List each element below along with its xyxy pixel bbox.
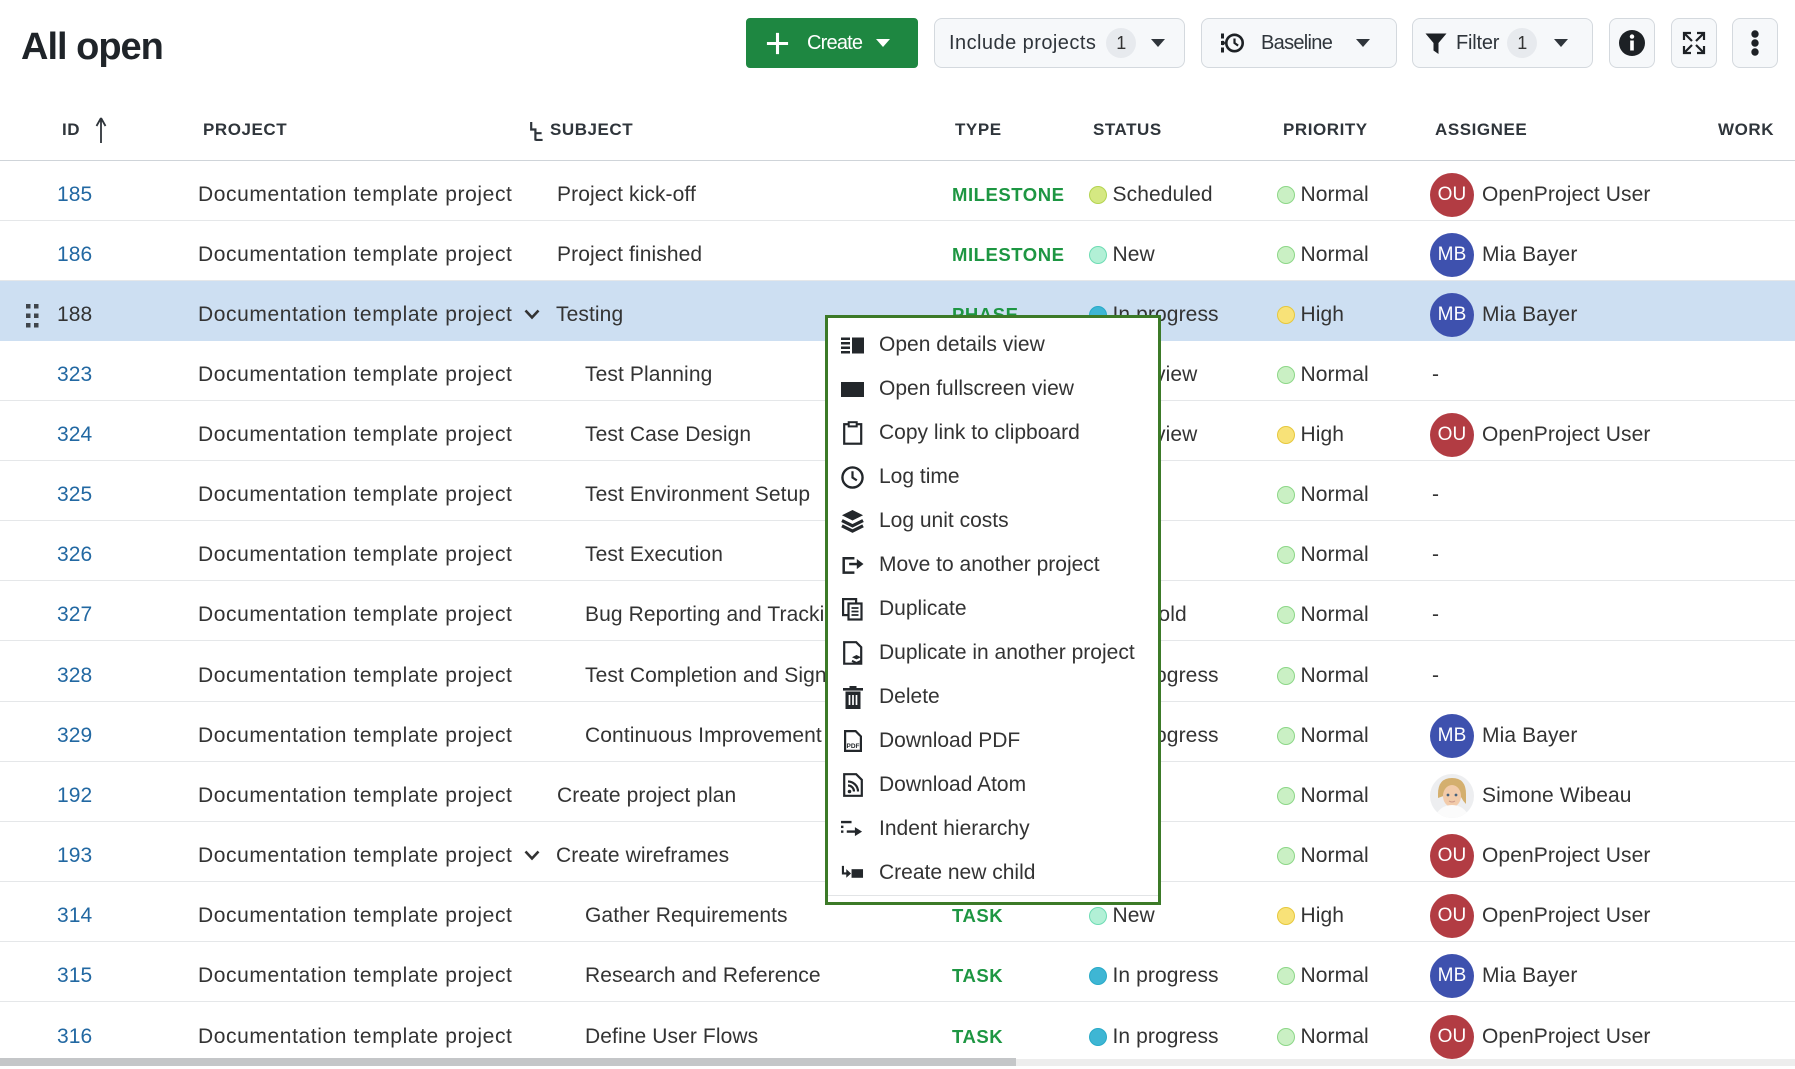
svg-text:PDF: PDF — [846, 743, 859, 750]
